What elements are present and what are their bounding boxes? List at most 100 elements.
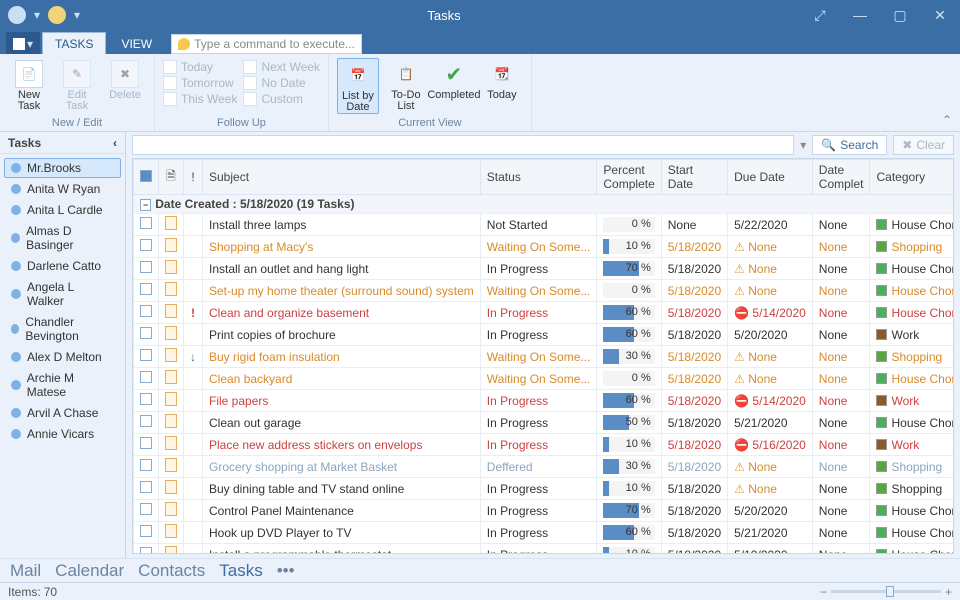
qat-button[interactable] <box>48 6 66 24</box>
nav-user-9[interactable]: Arvil A Chase <box>4 403 121 423</box>
nav-user-4[interactable]: Darlene Catto <box>4 256 121 276</box>
tab-tasks[interactable]: TASKS <box>42 32 106 54</box>
col-priority[interactable]: ! <box>184 160 203 195</box>
close-button[interactable]: ✕ <box>920 0 960 30</box>
status-bar: Items: 70 − + <box>0 582 960 600</box>
tab-view[interactable]: VIEW <box>108 32 165 54</box>
nav-calendar[interactable]: Calendar <box>55 561 124 581</box>
col-category[interactable]: Category <box>870 160 954 195</box>
document-icon <box>165 326 177 340</box>
zoom-out-icon[interactable]: − <box>820 585 827 599</box>
view-todo-list[interactable]: 📋To-Do List <box>385 58 427 112</box>
nav-more[interactable]: ••• <box>277 561 295 581</box>
user-icon <box>11 380 21 390</box>
nav-user-7[interactable]: Alex D Melton <box>4 347 121 367</box>
nav-user-3[interactable]: Almas D Basinger <box>4 221 121 255</box>
maximize-button[interactable]: ▢ <box>880 0 920 30</box>
col-subject[interactable]: Subject <box>203 160 481 195</box>
task-row[interactable]: File papersIn Progress60 %5/18/2020⛔ 5/1… <box>134 390 955 412</box>
task-row[interactable]: Set-up my home theater (surround sound) … <box>134 280 955 302</box>
col-check[interactable] <box>134 160 159 195</box>
nav-user-2[interactable]: Anita L Cardle <box>4 200 121 220</box>
document-icon <box>165 216 177 230</box>
minimize-button[interactable]: — <box>840 0 880 30</box>
task-row[interactable]: Buy dining table and TV stand onlineIn P… <box>134 478 955 500</box>
task-row[interactable]: Shopping at Macy'sWaiting On Some...10 %… <box>134 236 955 258</box>
tasks-grid[interactable]: 🗎 ! Subject Status Percent Complete Star… <box>132 158 954 554</box>
search-icon: 🔍 <box>821 138 836 152</box>
user-icon <box>11 408 21 418</box>
followup-today[interactable]: Today <box>163 60 237 74</box>
task-row[interactable]: Install a programmable thermostatIn Prog… <box>134 544 955 555</box>
view-list-by-date[interactable]: 📅List by Date <box>337 58 379 114</box>
zoom-in-icon[interactable]: + <box>945 585 952 599</box>
edit-task-button[interactable]: ✎Edit Task <box>56 58 98 112</box>
task-row[interactable]: Clean backyardWaiting On Some...0 %5/18/… <box>134 368 955 390</box>
user-icon <box>11 324 19 334</box>
user-icon <box>11 163 21 173</box>
group-row[interactable]: −Date Created : 5/18/2020 (19 Tasks) <box>134 195 955 214</box>
workspace: Tasks ‹ Mr.BrooksAnita W RyanAnita L Card… <box>0 132 960 558</box>
task-row[interactable]: Hook up DVD Player to TVIn Progress60 %5… <box>134 522 955 544</box>
nav-tasks[interactable]: Tasks <box>219 561 262 581</box>
user-icon <box>11 429 21 439</box>
document-icon <box>165 414 177 428</box>
col-icon[interactable]: 🗎 <box>159 160 184 195</box>
nav-user-1[interactable]: Anita W Ryan <box>4 179 121 199</box>
qat-button[interactable] <box>8 6 26 24</box>
document-icon <box>165 458 177 472</box>
followup-tomorrow[interactable]: Tomorrow <box>163 76 237 90</box>
nav-user-5[interactable]: Angela L Walker <box>4 277 121 311</box>
col-due[interactable]: Due Date <box>728 160 813 195</box>
nav-contacts[interactable]: Contacts <box>138 561 205 581</box>
task-row[interactable]: Place new address stickers on envelopsIn… <box>134 434 955 456</box>
left-nav: Tasks ‹ Mr.BrooksAnita W RyanAnita L Card… <box>0 132 126 558</box>
col-datecomp[interactable]: Date Complet <box>812 160 870 195</box>
clear-icon: ✖ <box>902 138 912 152</box>
nav-user-0[interactable]: Mr.Brooks <box>4 158 121 178</box>
nav-user-8[interactable]: Archie M Matese <box>4 368 121 402</box>
document-icon <box>165 282 177 296</box>
ribbon-collapse[interactable]: ⌃ <box>934 109 960 131</box>
status-items-label: Items: <box>8 585 41 599</box>
followup-custom[interactable]: Custom <box>243 92 319 106</box>
task-row[interactable]: !Clean and organize basementIn Progress6… <box>134 302 955 324</box>
qat-dropdown[interactable]: ▾ <box>74 8 80 22</box>
task-row[interactable]: Control Panel MaintenanceIn Progress70 %… <box>134 500 955 522</box>
view-today[interactable]: 📆Today <box>481 58 523 101</box>
user-icon <box>11 184 21 194</box>
grid-search-input[interactable] <box>132 135 794 155</box>
fullscreen-button[interactable]: ⤢ <box>800 0 840 30</box>
zoom-slider[interactable]: − + <box>820 585 952 599</box>
leftnav-header: Tasks <box>8 136 41 150</box>
nav-user-10[interactable]: Annie Vicars <box>4 424 121 444</box>
followup-thisweek[interactable]: This Week <box>163 92 237 106</box>
document-icon <box>165 392 177 406</box>
task-row[interactable]: Install three lampsNot Started0 %None5/2… <box>134 214 955 236</box>
clear-button[interactable]: ✖Clear <box>893 135 954 155</box>
nav-user-6[interactable]: Chandler Bevington <box>4 312 121 346</box>
ribbon-tabstrip: ▾ TASKS VIEW Type a command to execute..… <box>0 30 960 54</box>
view-completed[interactable]: ✔Completed <box>433 58 475 101</box>
qat-dropdown[interactable]: ▾ <box>34 8 40 22</box>
task-row[interactable]: Clean out garageIn Progress50 %5/18/2020… <box>134 412 955 434</box>
nav-mail[interactable]: Mail <box>10 561 41 581</box>
command-search[interactable]: Type a command to execute... <box>171 34 362 54</box>
col-start[interactable]: Start Date <box>661 160 727 195</box>
followup-nextweek[interactable]: Next Week <box>243 60 319 74</box>
task-row[interactable]: Install an outlet and hang lightIn Progr… <box>134 258 955 280</box>
followup-nodate[interactable]: No Date <box>243 76 319 90</box>
bulb-icon <box>178 38 190 50</box>
delete-button[interactable]: ✖Delete <box>104 58 146 101</box>
document-icon <box>165 502 177 516</box>
task-row[interactable]: Print copies of brochureIn Progress60 %5… <box>134 324 955 346</box>
file-tab[interactable]: ▾ <box>6 32 40 54</box>
task-row[interactable]: Grocery shopping at Market BasketDeffere… <box>134 456 955 478</box>
leftnav-collapse[interactable]: ‹ <box>113 136 117 150</box>
search-button[interactable]: 🔍Search <box>812 135 887 155</box>
col-status[interactable]: Status <box>480 160 597 195</box>
task-row[interactable]: ↓Buy rigid foam insulationWaiting On Som… <box>134 346 955 368</box>
new-task-button[interactable]: 📄New Task <box>8 58 50 112</box>
col-percent[interactable]: Percent Complete <box>597 160 661 195</box>
quick-access-toolbar: ▾ ▾ <box>0 6 88 24</box>
